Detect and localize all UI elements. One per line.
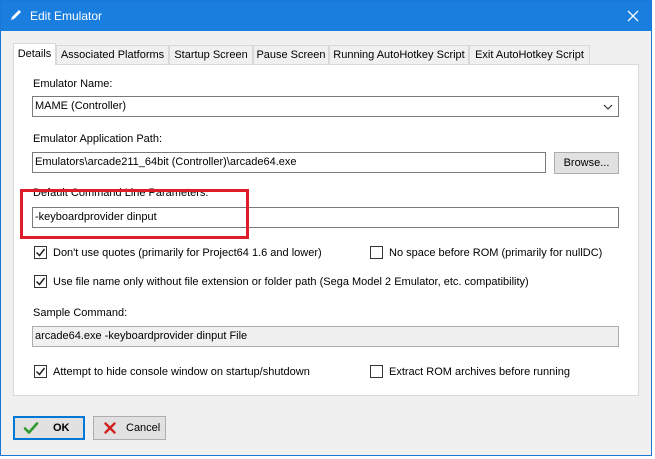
checkmark-icon [35, 248, 46, 257]
sample-command-value: arcade64.exe -keyboardprovider dinput Fi… [35, 330, 248, 342]
checkbox-box [34, 246, 47, 259]
extract-rom-archives-checkbox[interactable]: Extract ROM archives before running [370, 365, 570, 378]
no-space-before-rom-checkbox[interactable]: No space before ROM (primarily for nullD… [370, 246, 602, 259]
checkbox-box [34, 275, 47, 288]
use-file-name-only-checkbox[interactable]: Use file name only without file extensio… [34, 275, 529, 288]
emulator-name-value: MAME (Controller) [35, 100, 127, 112]
edit-emulator-window: Edit Emulator Details Associated Platfor… [0, 0, 652, 456]
title-bar[interactable]: Edit Emulator [1, 1, 651, 31]
checkbox-label: Extract ROM archives before running [389, 365, 570, 378]
red-highlight-box [20, 189, 249, 239]
tab-details[interactable]: Details [13, 43, 56, 65]
checkbox-label: Use file name only without file extensio… [53, 275, 529, 288]
app-path-label: Emulator Application Path: [33, 133, 163, 145]
checkmark-icon [23, 422, 39, 434]
emulator-name-label: Emulator Name: [33, 78, 113, 90]
hide-console-checkbox[interactable]: Attempt to hide console window on startu… [34, 365, 310, 378]
checkbox-label: No space before ROM (primarily for nullD… [389, 246, 603, 259]
checkbox-box [34, 365, 47, 378]
checkmark-icon [35, 367, 46, 376]
dont-use-quotes-checkbox[interactable]: Don't use quotes (primarily for Project6… [34, 246, 322, 259]
cancel-label: Cancel [126, 422, 161, 434]
browse-button[interactable]: Browse... [554, 152, 619, 174]
tab-running-autohotkey-script[interactable]: Running AutoHotkey Script [329, 45, 469, 65]
checkbox-label: Attempt to hide console window on startu… [53, 365, 310, 378]
app-path-value: Emulators\arcade211_64bit (Controller)\a… [35, 156, 297, 168]
pencil-icon [11, 10, 21, 20]
window-title: Edit Emulator [30, 9, 103, 23]
tab-startup-screen[interactable]: Startup Screen [169, 45, 253, 65]
tab-exit-autohotkey-script[interactable]: Exit AutoHotkey Script [469, 45, 590, 65]
chevron-down-icon [603, 104, 613, 110]
emulator-name-select[interactable]: MAME (Controller) [32, 96, 619, 117]
checkbox-label: Don't use quotes (primarily for Project6… [53, 246, 322, 259]
checkmark-icon [35, 277, 46, 286]
sample-command-field: arcade64.exe -keyboardprovider dinput Fi… [32, 326, 619, 347]
app-path-input[interactable]: Emulators\arcade211_64bit (Controller)\a… [32, 152, 546, 173]
tab-pause-screen[interactable]: Pause Screen [253, 45, 329, 65]
ok-label: OK [53, 422, 70, 434]
tab-associated-platforms[interactable]: Associated Platforms [56, 45, 169, 65]
sample-command-label: Sample Command: [33, 307, 128, 319]
checkbox-box [370, 365, 383, 378]
checkbox-box [370, 246, 383, 259]
close-icon [627, 10, 639, 22]
cross-icon [104, 422, 116, 434]
ok-button[interactable]: OK [13, 416, 85, 440]
close-button[interactable] [615, 1, 651, 31]
cancel-button[interactable]: Cancel [93, 416, 166, 440]
